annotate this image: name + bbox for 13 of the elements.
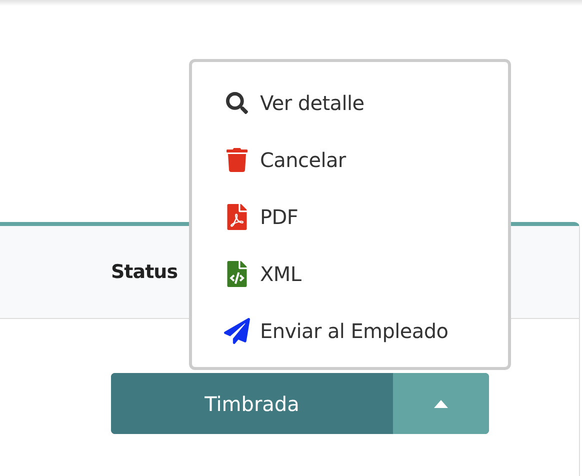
menu-item[interactable]: PDF: [192, 188, 508, 245]
paper-plane-icon: [224, 318, 250, 344]
menu-item[interactable]: XML: [192, 245, 508, 302]
caret-icon: [434, 400, 448, 408]
search-icon: [226, 92, 248, 114]
code-file-icon: [226, 260, 248, 286]
column-header: Status: [111, 260, 178, 285]
menu-item[interactable]: Enviar al Empleado: [192, 302, 508, 359]
trash-icon: [226, 148, 248, 172]
menu-item[interactable]: Cancelar: [192, 131, 508, 188]
dropdown-toggle[interactable]: [393, 373, 489, 434]
menu-item[interactable]: Ver detalle: [192, 74, 508, 131]
pdf-file-icon: [226, 204, 248, 230]
